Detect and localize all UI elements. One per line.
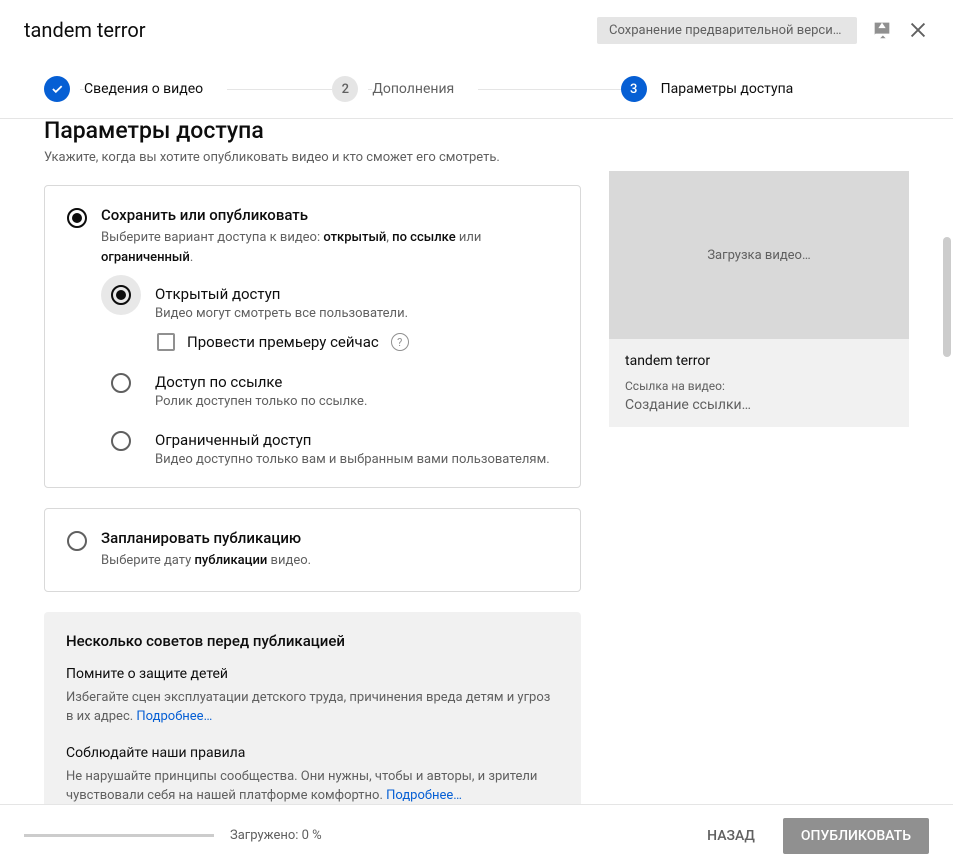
upload-progress-bar <box>24 834 214 837</box>
visibility-unlisted[interactable]: Доступ по ссылке Ролик доступен только п… <box>111 373 558 409</box>
feedback-icon[interactable] <box>871 19 893 41</box>
publish-card: Сохранить или опубликовать Выберите вари… <box>44 185 581 488</box>
right-column: Загрузка видео… tandem terror Ссылка на … <box>609 119 909 809</box>
tips-title: Несколько советов перед публикацией <box>66 632 559 650</box>
stepper: Сведения о видео 2 Дополнения 3 Параметр… <box>0 60 953 119</box>
back-button[interactable]: НАЗАД <box>691 818 771 854</box>
step-label: Параметры доступа <box>661 81 818 97</box>
content-area: Параметры доступа Укажите, когда вы хоти… <box>0 119 953 809</box>
radio-icon <box>111 285 131 305</box>
radio-wrap <box>101 363 141 403</box>
page-subtitle: Укажите, когда вы хотите опубликовать ви… <box>44 150 581 165</box>
option-desc: Видео доступно только вам и выбранным ва… <box>155 452 558 467</box>
radio-desc: Выберите вариант доступа к видео: открыт… <box>101 228 558 267</box>
option-title: Ограниченный доступ <box>155 431 558 449</box>
visibility-options: Открытый доступ Видео могут смотреть все… <box>101 285 558 467</box>
premiere-checkbox-row: Провести премьеру сейчас ? <box>157 333 558 351</box>
learn-more-link[interactable]: Подробнее… <box>386 788 462 803</box>
option-desc: Видео могут смотреть все пользователи. <box>155 306 558 321</box>
tip-heading: Соблюдайте наши правила <box>66 745 559 761</box>
dialog-header: tandem terror Сохранение предварительной… <box>0 0 953 60</box>
premiere-label: Провести премьеру сейчас <box>187 333 379 351</box>
save-status-badge: Сохранение предварительной версии… <box>597 17 857 44</box>
radio-wrap <box>101 275 141 315</box>
upload-status: Загружено: 0 % <box>24 828 322 843</box>
schedule-card: Запланировать публикацию Выберите дату п… <box>44 508 581 592</box>
header-actions: Сохранение предварительной версии… <box>597 17 929 44</box>
tip-text: Избегайте сцен эксплуатации детского тру… <box>66 688 559 727</box>
option-body: Ограниченный доступ Видео доступно тольк… <box>155 431 558 467</box>
step-extras[interactable]: 2 Дополнения <box>332 76 620 102</box>
radio-wrap <box>101 421 141 461</box>
scrollbar[interactable] <box>943 237 951 745</box>
premiere-checkbox[interactable] <box>157 333 175 351</box>
step-visibility[interactable]: 3 Параметры доступа <box>621 76 909 102</box>
step-label: Сведения о видео <box>84 81 227 97</box>
option-body: Доступ по ссылке Ролик доступен только п… <box>155 373 558 409</box>
preview-link-label: Ссылка на видео: <box>625 379 893 393</box>
preview-meta: tandem terror Ссылка на видео: Создание … <box>609 339 909 427</box>
publish-button[interactable]: ОПУБЛИКОВАТЬ <box>783 818 929 854</box>
radio-icon <box>111 373 131 393</box>
checkmark-icon <box>44 76 70 102</box>
radio-title: Запланировать публикацию <box>101 529 558 547</box>
preview-link-status: Создание ссылки… <box>625 397 893 413</box>
preview-video-title: tandem terror <box>625 353 893 369</box>
scrollbar-thumb[interactable] <box>943 237 951 357</box>
option-body: Открытый доступ Видео могут смотреть все… <box>155 285 558 351</box>
radio-icon <box>67 531 87 551</box>
dialog-footer: Загружено: 0 % НАЗАД ОПУБЛИКОВАТЬ <box>0 804 953 866</box>
footer-actions: НАЗАД ОПУБЛИКОВАТЬ <box>691 818 929 854</box>
option-desc: Ролик доступен только по ссылке. <box>155 394 558 409</box>
video-preview: Загрузка видео… tandem terror Ссылка на … <box>609 171 909 427</box>
video-thumbnail-placeholder: Загрузка видео… <box>609 171 909 339</box>
tips-card: Несколько советов перед публикацией Помн… <box>44 612 581 810</box>
radio-title: Сохранить или опубликовать <box>101 206 558 224</box>
radio-body: Сохранить или опубликовать Выберите вари… <box>101 206 558 467</box>
radio-icon <box>67 208 87 228</box>
help-icon[interactable]: ? <box>391 333 409 351</box>
visibility-private[interactable]: Ограниченный доступ Видео доступно тольк… <box>111 431 558 467</box>
step-number: 3 <box>621 76 647 102</box>
close-icon[interactable] <box>907 19 929 41</box>
visibility-public[interactable]: Открытый доступ Видео могут смотреть все… <box>111 285 558 351</box>
tip-heading: Помните о защите детей <box>66 666 559 682</box>
step-number: 2 <box>332 76 358 102</box>
option-title: Доступ по ссылке <box>155 373 558 391</box>
step-label: Дополнения <box>372 81 478 97</box>
step-details[interactable]: Сведения о видео <box>44 76 332 102</box>
radio-body: Запланировать публикацию Выберите дату п… <box>101 529 558 571</box>
video-title: tandem terror <box>24 18 146 42</box>
left-column: Параметры доступа Укажите, когда вы хоти… <box>44 119 581 809</box>
learn-more-link[interactable]: Подробнее… <box>136 709 212 724</box>
upload-percent: Загружено: 0 % <box>230 828 322 843</box>
page-title: Параметры доступа <box>44 119 581 144</box>
schedule-radio[interactable]: Запланировать публикацию Выберите дату п… <box>67 529 558 571</box>
radio-icon <box>111 431 131 451</box>
option-title: Открытый доступ <box>155 285 558 303</box>
radio-desc: Выберите дату публикации видео. <box>101 551 558 571</box>
tip-text: Не нарушайте принципы сообщества. Они ну… <box>66 767 559 806</box>
publish-now-radio[interactable]: Сохранить или опубликовать Выберите вари… <box>67 206 558 467</box>
